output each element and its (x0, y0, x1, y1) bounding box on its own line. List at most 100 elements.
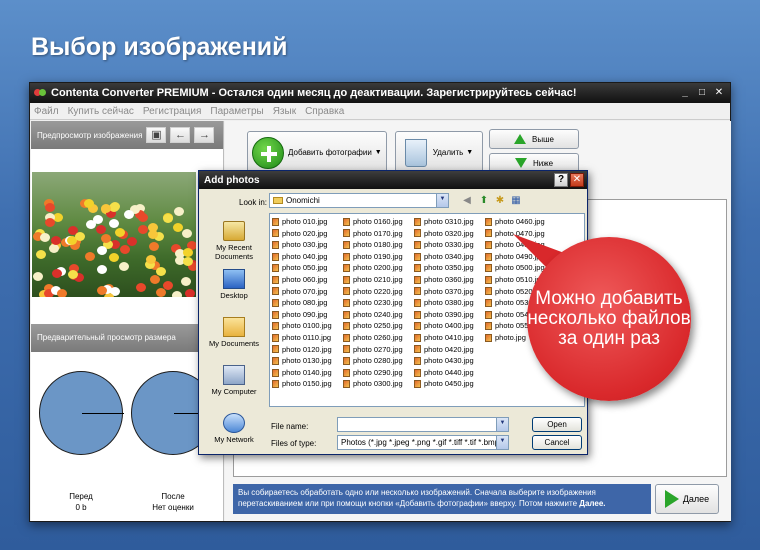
app-titlebar[interactable]: Contenta Converter PREMIUM - Остался оди… (30, 83, 730, 103)
file-item[interactable]: photo 0340.jpg (414, 251, 474, 263)
place-my-documents[interactable]: My Documents (203, 317, 265, 348)
file-item[interactable]: photo 0420.jpg (414, 344, 474, 356)
file-name: photo 0120.jpg (282, 344, 332, 354)
file-item[interactable]: photo 0280.jpg (343, 355, 403, 367)
file-item[interactable]: photo 0310.jpg (414, 216, 474, 228)
file-item[interactable]: photo 0400.jpg (414, 320, 474, 332)
file-item[interactable]: photo 0210.jpg (343, 274, 403, 286)
arrow-left-icon[interactable]: ← (170, 127, 191, 143)
back-icon[interactable]: ◀ (461, 195, 473, 207)
maximize-button[interactable]: □ (695, 87, 709, 99)
file-item[interactable]: photo 090.jpg (272, 309, 332, 321)
flower-shape (109, 253, 119, 262)
place-desktop[interactable]: Desktop (203, 269, 265, 300)
file-item[interactable]: photo 0450.jpg (414, 378, 474, 390)
open-button[interactable]: Open (532, 417, 582, 432)
file-item[interactable]: photo 080.jpg (272, 297, 332, 309)
file-item[interactable]: photo 050.jpg (272, 262, 332, 274)
file-item[interactable]: photo 0430.jpg (414, 355, 474, 367)
app-title: Contenta Converter PREMIUM - Остался оди… (51, 87, 577, 99)
menu-buy-now[interactable]: Купить сейчас (68, 106, 134, 117)
menu-language[interactable]: Язык (273, 106, 296, 117)
file-item[interactable]: photo 0230.jpg (343, 297, 403, 309)
minimize-button[interactable]: _ (678, 87, 692, 99)
file-item[interactable]: photo 010.jpg (272, 216, 332, 228)
file-name: photo 080.jpg (282, 298, 328, 308)
file-item[interactable]: photo 0460.jpg (485, 216, 545, 228)
menu-parameters[interactable]: Параметры (210, 106, 263, 117)
file-item[interactable]: photo 0410.jpg (414, 332, 474, 344)
next-button[interactable]: Далее (655, 484, 719, 514)
close-button[interactable]: ✕ (712, 87, 726, 99)
cancel-button[interactable]: Cancel (532, 435, 582, 450)
file-type-select[interactable]: Photos (*.jpg *.jpeg *.png *.gif *.tiff … (337, 435, 509, 450)
file-name: photo 0280.jpg (353, 356, 403, 366)
file-item[interactable]: photo 0320.jpg (414, 228, 474, 240)
file-item[interactable]: photo 0140.jpg (272, 367, 332, 379)
file-item[interactable]: photo 040.jpg (272, 251, 332, 263)
place-my-network-label: My Network (214, 435, 254, 444)
file-item[interactable]: photo 0260.jpg (343, 332, 403, 344)
dialog-titlebar[interactable]: Add photos ? ✕ (199, 171, 587, 189)
delete-button[interactable]: Удалить ▼ (395, 131, 483, 174)
file-item[interactable]: photo 0220.jpg (343, 286, 403, 298)
file-item[interactable]: photo 0170.jpg (343, 228, 403, 240)
file-item[interactable]: photo 0380.jpg (414, 297, 474, 309)
flower-shape (115, 228, 125, 237)
file-item[interactable]: photo 0250.jpg (343, 320, 403, 332)
place-my-network[interactable]: My Network (203, 413, 265, 444)
file-item[interactable]: photo 0370.jpg (414, 286, 474, 298)
file-item[interactable]: photo 0120.jpg (272, 344, 332, 356)
file-item[interactable]: photo 0180.jpg (343, 239, 403, 251)
file-name: photo 0260.jpg (353, 332, 403, 342)
file-item[interactable]: photo 0350.jpg (414, 262, 474, 274)
file-item[interactable]: photo 0190.jpg (343, 251, 403, 263)
file-item[interactable]: photo 0130.jpg (272, 355, 332, 367)
rotate-icon[interactable]: ▣ (146, 127, 167, 143)
flower-shape (185, 289, 195, 297)
file-item[interactable]: photo 0330.jpg (414, 239, 474, 251)
arrow-right-icon[interactable]: → (194, 127, 215, 143)
menu-file[interactable]: Файл (34, 106, 59, 117)
add-photos-button[interactable]: Добавить фотографии ▼ (247, 131, 387, 174)
file-name: photo 0210.jpg (353, 274, 403, 284)
flower-shape (52, 269, 62, 278)
file-item[interactable]: photo 0240.jpg (343, 309, 403, 321)
file-item[interactable]: photo 0160.jpg (343, 216, 403, 228)
file-item[interactable]: photo 0150.jpg (272, 378, 332, 390)
file-item[interactable]: photo 0270.jpg (343, 344, 403, 356)
look-in-select[interactable]: Onomichi ▼ (269, 193, 449, 208)
file-name-input[interactable]: ▼ (337, 417, 509, 432)
file-item[interactable]: photo 060.jpg (272, 274, 332, 286)
place-recent-label: My Recent Documents (215, 243, 253, 261)
file-item[interactable]: photo 0200.jpg (343, 262, 403, 274)
file-item[interactable]: photo 0440.jpg (414, 367, 474, 379)
file-item[interactable]: photo 0300.jpg (343, 378, 403, 390)
file-item[interactable]: photo 0390.jpg (414, 309, 474, 321)
file-item[interactable]: photo 020.jpg (272, 228, 332, 240)
file-name: photo 0400.jpg (424, 321, 474, 331)
move-up-button[interactable]: Выше (489, 129, 579, 149)
file-item[interactable]: photo 0100.jpg (272, 320, 332, 332)
file-item[interactable]: photo 0110.jpg (272, 332, 332, 344)
new-folder-icon[interactable]: ✱ (494, 195, 506, 207)
image-file-icon (485, 322, 492, 331)
image-file-icon (485, 298, 492, 307)
image-file-icon (272, 356, 279, 365)
view-menu-icon[interactable]: ▦ (510, 195, 522, 207)
image-file-icon (485, 264, 492, 273)
place-my-computer[interactable]: My Computer (203, 365, 265, 396)
file-item[interactable]: photo 0290.jpg (343, 367, 403, 379)
file-item[interactable]: photo 070.jpg (272, 286, 332, 298)
image-file-icon (272, 310, 279, 319)
menu-registration[interactable]: Регистрация (143, 106, 201, 117)
chevron-down-icon: ▼ (436, 194, 448, 207)
help-button[interactable]: ? (554, 173, 568, 187)
file-item[interactable]: photo 030.jpg (272, 239, 332, 251)
dialog-close-button[interactable]: ✕ (570, 173, 584, 187)
image-file-icon (343, 217, 350, 226)
menu-help[interactable]: Справка (305, 106, 344, 117)
file-item[interactable]: photo 0360.jpg (414, 274, 474, 286)
place-recent[interactable]: My Recent Documents (203, 221, 265, 261)
up-folder-icon[interactable]: ⬆ (478, 195, 490, 207)
